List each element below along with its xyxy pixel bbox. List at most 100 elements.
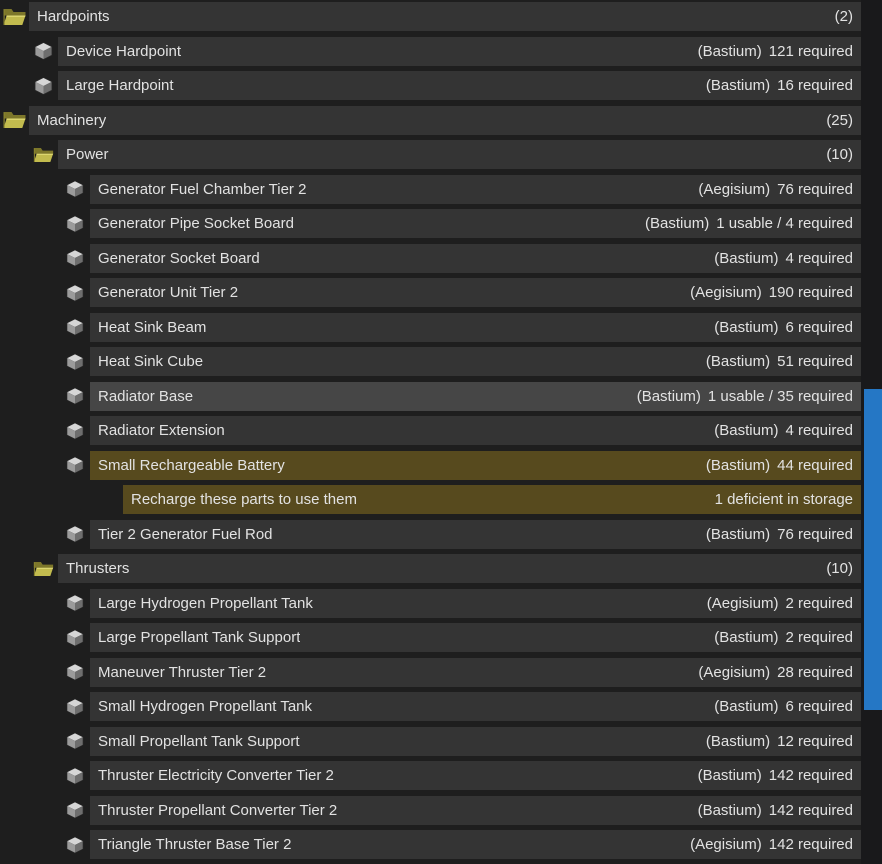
material-label: (Bastium) (714, 422, 778, 439)
part-cube-icon (65, 731, 85, 751)
row-card[interactable]: Large Hydrogen Propellant Tank(Aegisium)… (90, 589, 861, 618)
material-label: (Bastium) (706, 457, 770, 474)
material-label: (Bastium) (714, 319, 778, 336)
row-card[interactable]: Generator Fuel Chamber Tier 2(Aegisium)7… (90, 175, 861, 204)
row-label: Small Propellant Tank Support (98, 733, 300, 750)
part-cube-icon (65, 524, 85, 544)
row-right: (10) (826, 146, 853, 163)
part-cube-icon (65, 628, 85, 648)
row-card[interactable]: Small Hydrogen Propellant Tank(Bastium)6… (90, 692, 861, 721)
part-cube-icon (65, 800, 85, 820)
row-label: Tier 2 Generator Fuel Rod (98, 526, 273, 543)
part-cube-icon (65, 766, 85, 786)
row-card[interactable]: Maneuver Thruster Tier 2(Aegisium)28 req… (90, 658, 861, 687)
folder-open-icon (33, 144, 54, 165)
row-right: (Bastium)2 required (714, 629, 853, 646)
amount-label: 2 required (785, 595, 853, 612)
row-label: Large Propellant Tank Support (98, 629, 300, 646)
row-label: Heat Sink Beam (98, 319, 206, 336)
material-label: (Bastium) (714, 629, 778, 646)
row-card[interactable]: Thruster Electricity Converter Tier 2(Ba… (90, 761, 861, 790)
row-label: Thruster Propellant Converter Tier 2 (98, 802, 337, 819)
part-cube-icon (65, 248, 85, 268)
row-right: (Bastium)142 required (698, 802, 853, 819)
row-card[interactable]: Generator Unit Tier 2(Aegisium)190 requi… (90, 278, 861, 307)
row-label: Radiator Extension (98, 422, 225, 439)
amount-label: 1 usable / 4 required (716, 215, 853, 232)
material-label: (Bastium) (706, 733, 770, 750)
row-card[interactable]: Large Hardpoint(Bastium)16 required (58, 71, 861, 100)
part-row: Device Hardpoint (Bastium) 121 required (0, 37, 861, 66)
row-label: Power (66, 146, 109, 163)
row-right: (Aegisium) 2 required (707, 595, 853, 612)
scrollbar-track[interactable] (861, 0, 882, 864)
row-label: Hardpoints (37, 8, 110, 25)
material-label: (Bastium) (698, 802, 762, 819)
row-card[interactable]: Hardpoints (2) (29, 2, 861, 31)
row-card[interactable]: Generator Pipe Socket Board(Bastium)1 us… (90, 209, 861, 238)
amount-label: 44 required (777, 457, 853, 474)
part-cube-icon (65, 835, 85, 855)
part-cube-icon (65, 455, 85, 475)
part-row: Small Propellant Tank Support (Bastium) 12… (0, 727, 861, 756)
part-cube-icon (33, 75, 54, 96)
row-card[interactable]: Thrusters (10) (58, 554, 861, 583)
part-cube-icon (65, 283, 85, 303)
row-card[interactable]: Radiator Base(Bastium)1 usable / 35 requ… (90, 382, 861, 411)
row-label: Small Rechargeable Battery (98, 457, 285, 474)
row-card[interactable]: Small Rechargeable Battery (Bastium) 44 re… (90, 451, 861, 480)
row-label: Thrusters (66, 560, 129, 577)
part-row: Generator Fuel Chamber Tier 2(Aegisium)7… (0, 175, 861, 204)
material-label: (Bastium) (706, 77, 770, 94)
amount-label: 6 required (785, 698, 853, 715)
amount-label: 12 required (777, 733, 853, 750)
row-right: (Bastium)16 required (706, 77, 853, 94)
count-badge: (25) (826, 112, 853, 129)
row-right: (Bastium)1 usable / 35 required (637, 388, 853, 405)
part-row: Thruster Propellant Converter Tier 2 (Bas… (0, 796, 861, 825)
row-label: Device Hardpoint (66, 43, 181, 60)
row-right: (Bastium) 6 required (714, 319, 853, 336)
part-cube-icon (65, 697, 85, 717)
row-card[interactable]: Radiator Extension (Bastium) 4 required (90, 416, 861, 445)
amount-label: 6 required (785, 319, 853, 336)
row-card[interactable]: Device Hardpoint (Bastium) 121 required (58, 37, 861, 66)
note-card: Recharge these parts to use them1 defici… (123, 485, 861, 514)
row-card[interactable]: Power (10) (58, 140, 861, 169)
part-row: Maneuver Thruster Tier 2(Aegisium)28 req… (0, 658, 861, 687)
row-right: (Aegisium)142 required (690, 836, 853, 853)
amount-label: 76 required (777, 526, 853, 543)
row-right: 1 deficient in storage (715, 491, 853, 508)
part-row: Small Rechargeable Battery (Bastium) 44 re… (0, 451, 861, 480)
material-label: (Bastium) (706, 353, 770, 370)
row-card[interactable]: Machinery(25) (29, 106, 861, 135)
row-card[interactable]: Heat Sink Cube(Bastium)51 required (90, 347, 861, 376)
row-right: (Bastium)142 required (698, 767, 853, 784)
amount-label: 121 required (769, 43, 853, 60)
count-badge: (2) (835, 8, 853, 25)
row-label: Generator Pipe Socket Board (98, 215, 294, 232)
part-row: Tier 2 Generator Fuel Rod (Bastium)76 req… (0, 520, 861, 549)
folder-row: Power (10) (0, 140, 861, 169)
row-card[interactable]: Triangle Thruster Base Tier 2(Aegisium)1… (90, 830, 861, 859)
row-card[interactable]: Large Propellant Tank Support (Bastium)2 … (90, 623, 861, 652)
row-right: (Bastium)51 required (706, 353, 853, 370)
amount-label: 4 required (785, 250, 853, 267)
row-label: Generator Socket Board (98, 250, 260, 267)
row-card[interactable]: Generator Socket Board(Bastium)4 require… (90, 244, 861, 273)
part-cube-icon (65, 214, 85, 234)
row-card[interactable]: Thruster Propellant Converter Tier 2 (Bas… (90, 796, 861, 825)
row-card[interactable]: Tier 2 Generator Fuel Rod (Bastium)76 req… (90, 520, 861, 549)
amount-label: 1 deficient in storage (715, 491, 853, 508)
folder-open-icon (2, 108, 27, 132)
amount-label: 4 required (785, 422, 853, 439)
count-badge: (10) (826, 560, 853, 577)
row-card[interactable]: Small Propellant Tank Support (Bastium) 12… (90, 727, 861, 756)
row-right: (10) (826, 560, 853, 577)
folder-row: Hardpoints (2) (0, 2, 861, 31)
material-label: (Aegisium) (707, 595, 779, 612)
row-right: (Bastium)76 required (706, 526, 853, 543)
scrollbar-thumb[interactable] (864, 389, 882, 710)
row-card[interactable]: Heat Sink Beam (Bastium) 6 required (90, 313, 861, 342)
material-label: (Bastium) (698, 43, 762, 60)
